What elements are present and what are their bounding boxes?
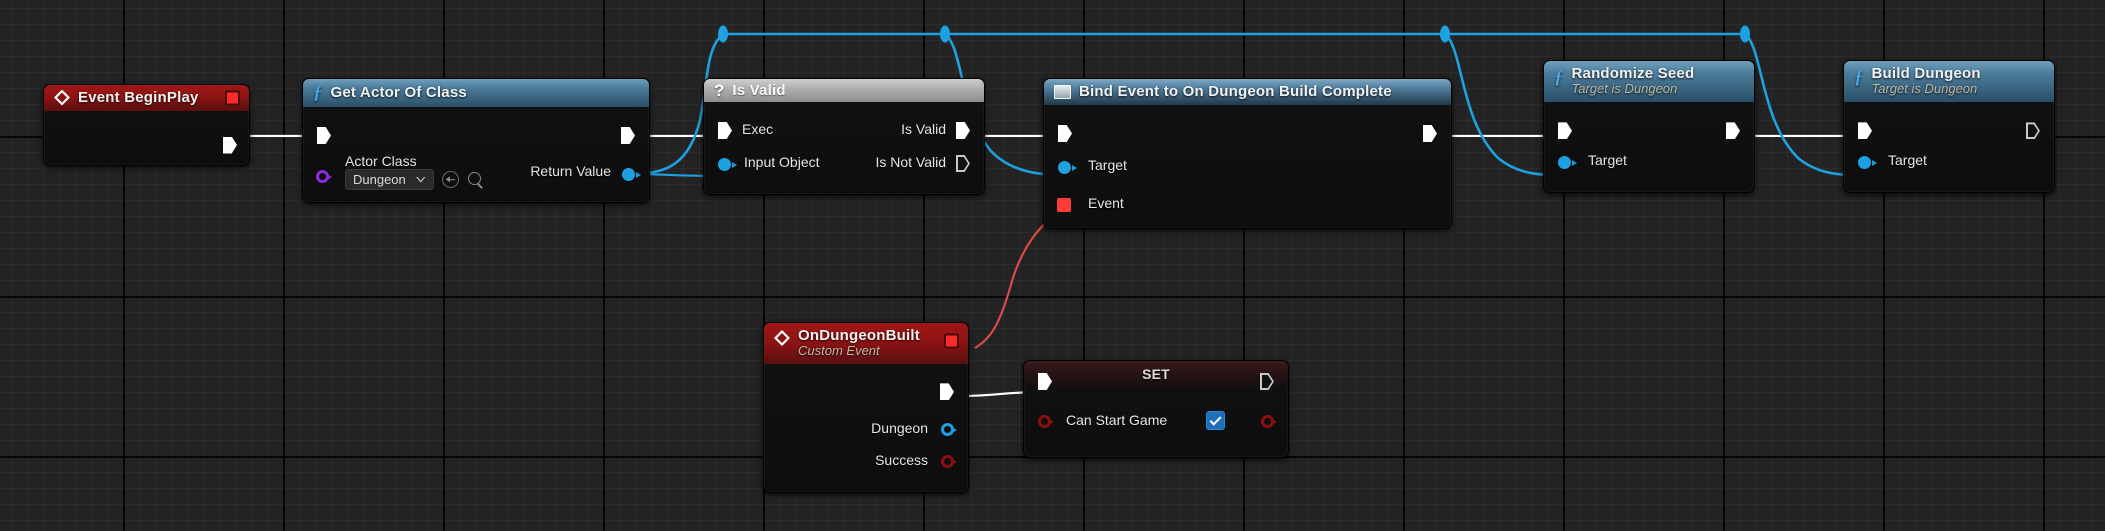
node-bind-event-on-dungeon-build-complete[interactable]: Bind Event to On Dungeon Build Complete … [1043,78,1452,229]
function-f-icon: ƒ [313,83,323,102]
node-title: Bind Event to On Dungeon Build Complete [1079,83,1392,100]
actor-class-value: Dungeon [353,172,406,187]
question-mark-icon: ? [714,82,724,99]
function-f-icon: ƒ [1554,68,1564,87]
node-build-dungeon[interactable]: ƒ Build Dungeon Target is Dungeon Target [1843,60,2055,193]
input-object-label: Input Object [744,154,820,170]
exec-input-pin[interactable] [1058,125,1072,142]
node-header[interactable]: SET [1024,361,1288,387]
chevron-down-icon[interactable] [416,177,426,183]
node-body: Actor Class Dungeon Return Value [303,107,649,202]
actor-class-label: Actor Class [345,153,417,169]
exec-output-pin[interactable] [940,383,954,400]
actor-class-input-pin[interactable] [316,170,329,183]
actor-class-widget[interactable]: Dungeon [345,169,484,190]
reroute-knot-1[interactable] [718,26,728,43]
node-on-dungeon-built[interactable]: OnDungeonBuilt Custom Event Dungeon Succ… [763,322,969,493]
node-body: Target [1844,102,2054,192]
exec-output-pin[interactable] [1726,122,1740,139]
exec-input-pin[interactable] [317,127,331,144]
node-title: Get Actor Of Class [331,84,467,101]
can-start-game-checkbox[interactable] [1206,411,1225,430]
exec-output-pin[interactable] [223,137,237,154]
target-label: Target [1888,152,1927,168]
node-header[interactable]: Event BeginPlay [44,85,249,111]
node-body: Can Start Game [1024,387,1288,457]
node-set-can-start-game[interactable]: SET Can Start Game [1023,360,1289,458]
node-header[interactable]: Bind Event to On Dungeon Build Complete [1044,79,1451,105]
blueprint-graph-canvas[interactable]: Event BeginPlay ƒ Get Actor Of Class Act… [0,0,2105,531]
node-get-actor-of-class[interactable]: ƒ Get Actor Of Class Actor Class Dungeon… [302,78,650,203]
event-diamond-icon [54,90,70,106]
actor-class-dropdown[interactable]: Dungeon [345,169,434,190]
node-title: SET [1142,366,1170,382]
success-output-pin[interactable] [941,455,954,468]
search-icon[interactable] [467,171,484,188]
can-start-game-output-pin[interactable] [1261,415,1274,428]
node-body: Exec Input Object Is Valid Is Not Valid [704,102,984,194]
node-randomize-seed[interactable]: ƒ Randomize Seed Target is Dungeon Targe… [1543,60,1755,193]
node-header[interactable]: ƒ Get Actor Of Class [303,79,649,107]
exec-input-pin[interactable] [1558,122,1572,139]
node-body: Dungeon Success [764,364,968,492]
node-title: Is Valid [732,82,785,99]
node-body: Target [1544,102,1754,192]
return-value-label: Return Value [530,163,611,179]
back-arrow-icon[interactable] [442,171,459,188]
reroute-knot-3[interactable] [1440,26,1450,43]
can-start-game-label: Can Start Game [1066,412,1167,428]
red-square-badge[interactable] [944,334,959,349]
node-subtitle: Target is Dungeon [1872,82,1981,97]
node-body: Target Event [1044,105,1451,228]
delegate-icon [1054,85,1071,99]
node-body [44,111,249,165]
node-title: Event BeginPlay [78,89,199,106]
target-input-pin[interactable] [1558,156,1571,169]
function-f-icon: ƒ [1854,68,1864,87]
exec-output-pin[interactable] [621,127,635,144]
is-valid-output-label: Is Valid [901,121,946,137]
output-exec-row[interactable] [211,131,249,159]
event-label: Event [1088,195,1124,211]
node-header[interactable]: ? Is Valid [704,79,984,102]
exec-input-pin[interactable] [718,122,732,139]
target-label: Target [1588,152,1627,168]
return-value-output-pin[interactable] [622,168,635,181]
reroute-knot-2[interactable] [940,26,950,43]
red-square-badge[interactable] [225,91,240,106]
success-output-label: Success [875,452,928,468]
event-diamond-icon [774,330,790,346]
target-input-pin[interactable] [1058,161,1071,174]
dungeon-output-pin[interactable] [941,423,954,436]
node-event-begin-play[interactable]: Event BeginPlay [43,84,250,166]
node-header[interactable]: ƒ Build Dungeon Target is Dungeon [1844,61,2054,102]
exec-input-pin[interactable] [1858,122,1872,139]
is-not-valid-exec-output-pin[interactable] [956,155,970,172]
event-delegate-input-pin[interactable] [1057,198,1071,212]
input-object-pin[interactable] [718,158,731,171]
reroute-knot-4[interactable] [1740,26,1750,43]
exec-output-pin[interactable] [1423,125,1437,142]
target-label: Target [1088,157,1127,173]
node-is-valid[interactable]: ? Is Valid Exec Input Object Is Valid Is… [703,78,985,195]
node-header[interactable]: OnDungeonBuilt Custom Event [764,323,968,364]
exec-input-label: Exec [742,121,773,137]
dungeon-output-label: Dungeon [871,420,928,436]
is-not-valid-output-label: Is Not Valid [875,154,946,170]
node-subtitle: Custom Event [798,344,920,359]
node-header[interactable]: ƒ Randomize Seed Target is Dungeon [1544,61,1754,102]
node-subtitle: Target is Dungeon [1572,82,1695,97]
can-start-game-input-pin[interactable] [1038,415,1051,428]
is-valid-exec-output-pin[interactable] [956,122,970,139]
target-input-pin[interactable] [1858,156,1871,169]
exec-output-pin[interactable] [2026,122,2040,139]
